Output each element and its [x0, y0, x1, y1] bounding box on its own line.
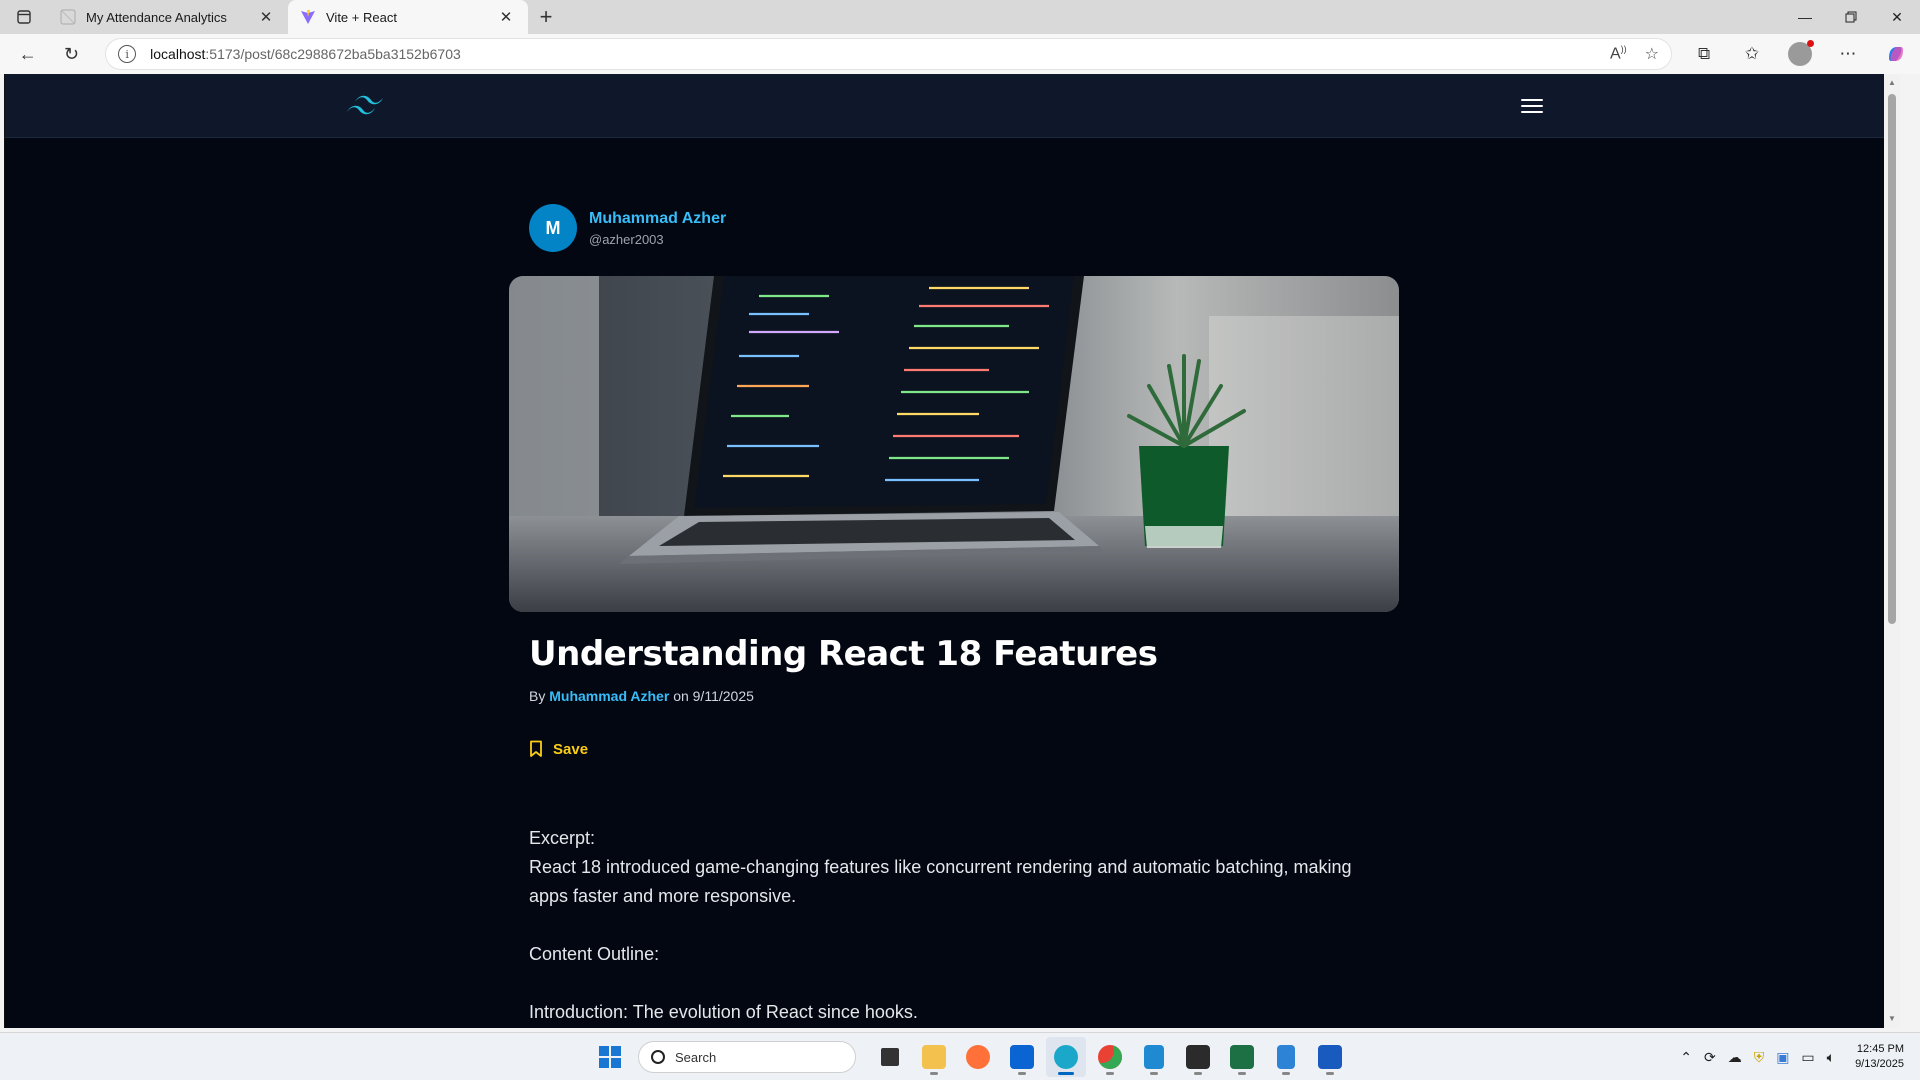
excerpt-label: Excerpt: [529, 828, 596, 848]
close-icon[interactable]: ✕ [256, 7, 276, 27]
sync-icon[interactable]: ⟳ [1704, 1049, 1716, 1066]
menu-icon[interactable] [1521, 96, 1543, 116]
firefox-icon[interactable] [958, 1037, 998, 1077]
tab-vite-react[interactable]: Vite + React ✕ [288, 0, 528, 34]
scroll-down-icon[interactable]: ▼ [1887, 1014, 1897, 1024]
clock[interactable]: 12:45 PM 9/13/2025 [1855, 1042, 1904, 1072]
tab-strip: My Attendance Analytics ✕ Vite + React ✕… [0, 0, 1920, 34]
page-scrollbar[interactable]: ▲ ▼ [1884, 74, 1900, 1028]
byline-date: on 9/11/2025 [673, 688, 754, 704]
save-label: Save [553, 740, 589, 758]
system-tray: ⌃ ⟳ ☁ ⛨ ▣ ▭ 🔈︎ 12:45 PM 9/13/2025 [1680, 1033, 1904, 1080]
read-aloud-icon[interactable]: A)) [1610, 44, 1627, 64]
post-content: Excerpt: React 18 introduced game-changi… [529, 824, 1389, 1028]
byline-author-link[interactable]: Muhammad Azher [549, 688, 669, 704]
notepad-icon[interactable] [1266, 1037, 1306, 1077]
word-icon[interactable] [1310, 1037, 1350, 1077]
chrome-icon[interactable] [1090, 1037, 1130, 1077]
outlook-icon[interactable] [1002, 1037, 1042, 1077]
volume-icon[interactable]: 🔈︎ [1827, 1049, 1835, 1066]
url-host: localhost [150, 46, 206, 62]
clock-date: 9/13/2025 [1855, 1058, 1904, 1070]
tab-actions-icon[interactable] [0, 0, 48, 34]
search-icon [651, 1050, 665, 1064]
scroll-up-icon[interactable]: ▲ [1887, 78, 1897, 88]
favorites-icon[interactable]: ✩ [1728, 36, 1776, 72]
new-tab-button[interactable]: + [528, 0, 564, 34]
clock-time: 12:45 PM [1856, 1043, 1904, 1055]
site-logo-icon[interactable] [345, 92, 387, 120]
minimize-button[interactable]: — [1782, 0, 1828, 34]
browser-toolbar: ← ↻ i localhost:5173/post/68c2988672ba5b… [0, 34, 1920, 74]
security-shield-icon[interactable]: ⛨ [1754, 1049, 1765, 1066]
tab-title: Vite + React [326, 9, 397, 25]
content-outline-heading: Content Outline: [529, 944, 660, 964]
onedrive-icon[interactable]: ☁ [1728, 1049, 1742, 1066]
scroll-thumb[interactable] [1888, 94, 1896, 624]
edge-icon[interactable] [1046, 1037, 1086, 1077]
close-icon[interactable]: ✕ [496, 7, 516, 27]
search-placeholder: Search [675, 1049, 717, 1065]
favorite-star-icon[interactable]: ☆ [1645, 44, 1659, 64]
page-viewport: M Muhammad Azher @azher2003 Understandin… [4, 74, 1900, 1028]
url-path: :5173/post/68c2988672ba5ba3152b6703 [205, 46, 461, 62]
info-icon[interactable]: i [118, 45, 137, 63]
windows-start-icon[interactable] [590, 1037, 630, 1077]
window-controls: — ✕ [1782, 0, 1920, 34]
tab-attendance-analytics[interactable]: My Attendance Analytics ✕ [48, 0, 288, 34]
network-icon[interactable]: ▭ [1801, 1049, 1814, 1066]
file-explorer-icon[interactable] [914, 1037, 954, 1077]
tab-title: My Attendance Analytics [86, 9, 227, 25]
profile-avatar[interactable] [1776, 36, 1824, 72]
avatar[interactable]: M [529, 204, 577, 252]
excel-icon[interactable] [1222, 1037, 1262, 1077]
vite-logo-icon [301, 10, 315, 24]
back-button[interactable]: ← [6, 36, 50, 72]
author-name-link[interactable]: Muhammad Azher [589, 210, 726, 228]
vscode-icon[interactable] [1134, 1037, 1174, 1077]
author-card: M Muhammad Azher @azher2003 [529, 204, 726, 252]
terminal-icon[interactable] [1178, 1037, 1218, 1077]
bookmark-icon [530, 740, 542, 757]
chevron-up-icon[interactable]: ⌃ [1680, 1049, 1692, 1066]
task-view-icon[interactable] [870, 1037, 910, 1077]
remote-icon[interactable]: ▣ [1776, 1049, 1789, 1066]
post-title: Understanding React 18 Features [529, 634, 1158, 674]
taskbar: Search ⌃ ⟳ ☁ ⛨ ▣ ▭ 🔈︎ 12:45 PM 9/13/2025 [0, 1032, 1920, 1080]
page-icon [60, 9, 76, 25]
more-menu-icon[interactable]: ⋯ [1824, 36, 1872, 72]
copilot-icon[interactable] [1872, 36, 1920, 72]
restore-button[interactable] [1828, 0, 1874, 34]
post-byline: By Muhammad Azher on 9/11/2025 [529, 688, 754, 704]
byline-prefix: By [529, 688, 546, 704]
excerpt-text: React 18 introduced game-changing featur… [529, 857, 1352, 906]
address-bar[interactable]: i localhost:5173/post/68c2988672ba5ba315… [105, 38, 1673, 70]
outline-item: Introduction: The evolution of React sin… [529, 1002, 918, 1022]
post-cover-image [509, 276, 1399, 612]
author-handle: @azher2003 [589, 231, 664, 247]
refresh-button[interactable]: ↻ [50, 36, 94, 72]
site-header [5, 74, 1900, 138]
close-window-button[interactable]: ✕ [1874, 0, 1920, 34]
save-button[interactable]: Save [529, 740, 588, 758]
taskbar-search-input[interactable]: Search [638, 1041, 856, 1073]
extensions-icon[interactable]: ⧉ [1680, 36, 1728, 72]
